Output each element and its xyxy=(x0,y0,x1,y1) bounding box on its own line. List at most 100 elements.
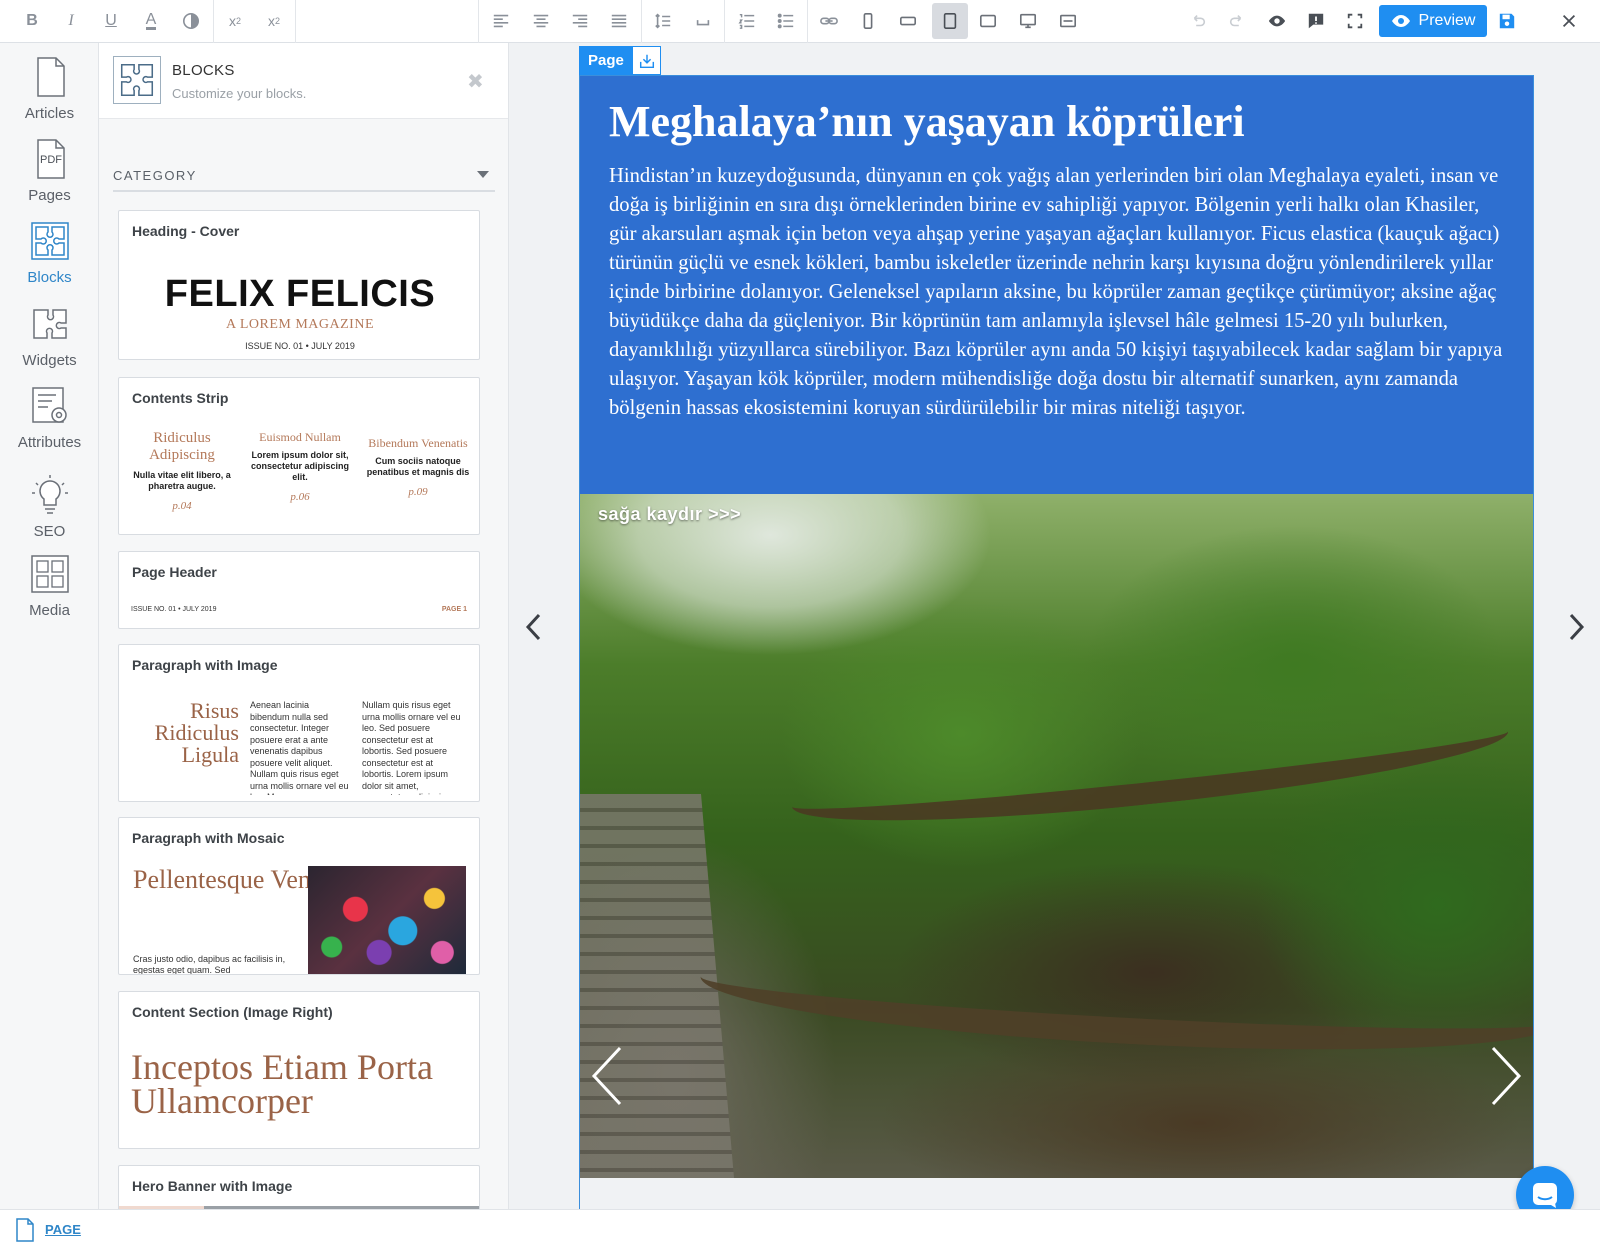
rail-item-label: Pages xyxy=(28,187,71,204)
rail-item-label: SEO xyxy=(33,523,66,540)
redo-icon[interactable] xyxy=(1222,7,1252,35)
save-icon[interactable] xyxy=(1492,7,1522,35)
page-download-icon[interactable] xyxy=(632,46,661,75)
strip-page: p.09 xyxy=(408,486,428,498)
category-label: CATEGORY xyxy=(113,168,197,183)
rail-item-label: Articles xyxy=(24,105,75,122)
block-card-hero-banner[interactable]: Hero Banner with Image xyxy=(118,1165,480,1209)
mobile-view-icon[interactable] xyxy=(853,7,883,35)
tablet-landscape-icon[interactable] xyxy=(973,7,1003,35)
preview-button[interactable]: Preview xyxy=(1379,5,1487,37)
preview-label: Preview xyxy=(1418,12,1476,29)
panel-title: BLOCKS xyxy=(172,62,235,79)
rail-item-media[interactable]: Media xyxy=(0,552,99,619)
slider-prev-icon[interactable] xyxy=(588,1046,628,1106)
category-dropdown[interactable]: CATEGORY xyxy=(113,162,495,192)
align-right-icon[interactable] xyxy=(565,7,595,35)
subscript-icon[interactable]: x2 xyxy=(259,7,289,35)
cover-tagline: A LOREM MAGAZINE xyxy=(226,317,374,332)
paragraph-image-col1: Aenean lacinia bibendum nulla sed consec… xyxy=(250,700,349,795)
bottom-bar: PAGE xyxy=(0,1209,1600,1249)
underline-icon[interactable]: U xyxy=(96,7,126,35)
swipe-hint: sağa kaydır >>> xyxy=(598,504,742,524)
breadcrumb-page-link[interactable]: PAGE xyxy=(45,1222,81,1237)
strip-body: Lorem ipsum dolor sit, consectetur adipi… xyxy=(250,450,350,482)
link-icon[interactable] xyxy=(814,7,844,35)
rail-item-widgets[interactable]: Widgets xyxy=(0,302,99,369)
align-center-icon[interactable] xyxy=(526,7,556,35)
puzzle-icon xyxy=(30,222,69,260)
ordered-list-icon[interactable] xyxy=(732,7,762,35)
cover-issue: ISSUE NO. 01 • JULY 2019 xyxy=(245,341,355,351)
media-grid-icon xyxy=(30,555,69,593)
block-card-paragraph-with-image[interactable]: Paragraph with Image Risus Ridiculus Lig… xyxy=(118,644,480,802)
letter-spacing-icon[interactable] xyxy=(688,7,718,35)
pdf-badge: PDF xyxy=(40,154,62,166)
root-bridge-photo[interactable]: sağa kaydır >>> xyxy=(580,494,1533,1178)
close-icon[interactable] xyxy=(1554,7,1584,35)
toolbar-divider xyxy=(213,0,214,43)
editor-toolbar: B I U A x2 x2 Preview xyxy=(0,0,1600,43)
comment-alert-icon[interactable] xyxy=(1301,7,1331,35)
highlight-icon[interactable] xyxy=(176,7,206,35)
block-card-title: Content Section (Image Right) xyxy=(132,1004,333,1020)
block-card-paragraph-with-mosaic[interactable]: Paragraph with Mosaic Pellentesque Venen… xyxy=(118,817,480,975)
align-left-icon[interactable] xyxy=(486,7,516,35)
block-card-heading-cover[interactable]: Heading - Cover FELIX FELICIS A LOREM MA… xyxy=(118,210,480,360)
paragraph-image-heading: Risus Ridiculus Ligula xyxy=(154,698,239,767)
block-card-content-section-image-right[interactable]: Content Section (Image Right) Inceptos E… xyxy=(118,991,480,1149)
block-card-contents-strip[interactable]: Contents Strip Ridiculus Adipiscing Null… xyxy=(118,377,480,535)
mosaic-text: Cras justo odio, dapibus ac facilisis in… xyxy=(133,954,286,974)
strip-body: Cum sociis natoque penatibus et magnis d… xyxy=(366,456,470,477)
strip-heading: Euismod Nullam xyxy=(259,430,341,444)
rail-item-blocks[interactable]: Blocks xyxy=(0,219,99,286)
strip-column: Euismod Nullam Lorem ipsum dolor sit, co… xyxy=(245,430,355,503)
paragraph-image-col2: Nullam quis risus eget urna mollis ornar… xyxy=(362,700,461,795)
rail-item-articles[interactable]: Articles xyxy=(0,55,99,122)
italic-icon[interactable]: I xyxy=(56,7,86,35)
slider-next-icon[interactable] xyxy=(1485,1046,1525,1106)
photo-bridge-lower xyxy=(698,931,1533,1067)
article-header-section[interactable]: Meghalaya’nın yaşayan köprüleri Hindista… xyxy=(580,76,1533,494)
undo-icon[interactable] xyxy=(1183,7,1213,35)
superscript-icon[interactable]: x2 xyxy=(220,7,250,35)
panel-header: BLOCKS Customize your blocks. ✖ xyxy=(99,43,508,119)
line-height-icon[interactable] xyxy=(648,7,678,35)
mobile-landscape-icon[interactable] xyxy=(893,7,923,35)
rail-item-seo[interactable]: SEO xyxy=(0,473,99,540)
left-rail: Articles PDF Pages Blocks Widgets Attrib… xyxy=(0,43,99,1209)
block-card-title: Hero Banner with Image xyxy=(132,1178,293,1194)
toolbar-divider xyxy=(641,0,642,43)
attributes-gear-icon xyxy=(31,387,67,423)
page-header-page: PAGE 1 xyxy=(441,606,467,613)
page-header-issue: ISSUE NO. 01 • JULY 2019 xyxy=(131,606,217,613)
content-section-heading: Inceptos Etiam Porta Ullamcorper xyxy=(131,1047,433,1121)
text-color-icon[interactable]: A xyxy=(136,7,166,35)
fullscreen-icon[interactable] xyxy=(1340,7,1370,35)
rail-item-label: Attributes xyxy=(17,434,82,451)
rail-item-label: Media xyxy=(29,602,70,619)
rail-item-pages[interactable]: PDF Pages xyxy=(0,137,99,204)
page-icon xyxy=(16,1218,34,1242)
article-title[interactable]: Meghalaya’nın yaşayan köprüleri xyxy=(609,96,1509,147)
align-justify-icon[interactable] xyxy=(604,7,634,35)
bullet-list-icon[interactable] xyxy=(771,7,801,35)
widget-puzzle-icon xyxy=(32,309,67,339)
page-next-icon[interactable] xyxy=(1564,612,1588,642)
rail-item-attributes[interactable]: Attributes xyxy=(0,384,99,451)
lightbulb-icon xyxy=(31,475,68,514)
strip-page: p.04 xyxy=(172,500,192,512)
tablet-view-icon[interactable] xyxy=(932,3,968,39)
page-tag[interactable]: Page xyxy=(579,46,632,75)
bold-icon[interactable]: B xyxy=(17,7,47,35)
panel-close-icon[interactable]: ✖ xyxy=(467,69,484,94)
eye-icon[interactable] xyxy=(1262,7,1292,35)
toolbar-divider xyxy=(478,0,479,43)
desktop-view-icon[interactable] xyxy=(1013,7,1043,35)
block-card-page-header[interactable]: Page Header ISSUE NO. 01 • JULY 2019 PAG… xyxy=(118,551,480,629)
strip-page: p.06 xyxy=(290,491,310,503)
block-card-title: Contents Strip xyxy=(132,390,229,406)
article-body[interactable]: Hindistan’ın kuzeydoğusunda, dünyanın en… xyxy=(609,162,1504,423)
widescreen-view-icon[interactable] xyxy=(1053,7,1083,35)
page-prev-icon[interactable] xyxy=(522,612,546,642)
